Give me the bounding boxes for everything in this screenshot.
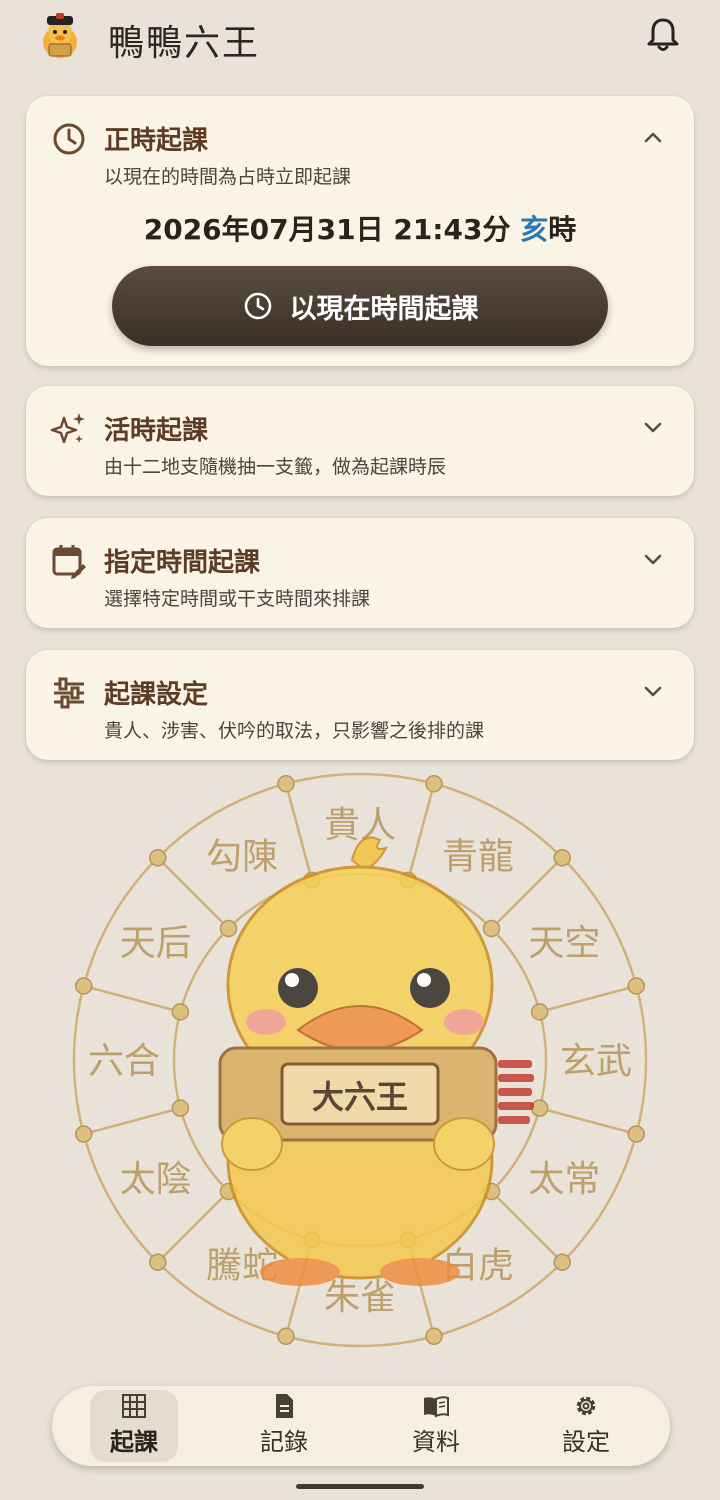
wheel-bead xyxy=(530,1099,549,1117)
sliders-icon xyxy=(54,677,84,709)
sparkle-icon xyxy=(50,413,85,444)
live-card[interactable]: 活時起課 由十二地支隨機抽一支籤，做為起課時辰 xyxy=(26,386,694,496)
general-label: 太陰 xyxy=(120,1159,192,1200)
bell-icon[interactable] xyxy=(642,14,684,56)
nav-item-settings[interactable]: 設定 xyxy=(536,1386,636,1466)
chevron-up-icon[interactable] xyxy=(640,124,666,150)
live-card-title: 活時起課 xyxy=(104,416,209,446)
wheel-bead xyxy=(530,1003,549,1021)
duck-mascot: 大六王 xyxy=(218,836,534,1286)
now-card-subtitle: 以現在的時間為占時立即起課 xyxy=(104,166,352,188)
wheel-bead xyxy=(74,977,93,995)
general-label: 勾陳 xyxy=(206,837,278,878)
nav-label-settings: 設定 xyxy=(562,1428,610,1456)
wheel-spoke xyxy=(539,984,637,1014)
gear-icon xyxy=(576,1396,596,1416)
start-now-label: 以現在時間起課 xyxy=(289,293,479,325)
wheel-bead xyxy=(219,919,238,938)
settings-card-title: 起課設定 xyxy=(104,680,209,710)
wheel-spoke xyxy=(83,1106,181,1136)
general-label: 貴人 xyxy=(324,805,396,846)
wheel-bead xyxy=(482,919,501,938)
general-label: 朱雀 xyxy=(324,1277,396,1318)
specified-card[interactable]: 指定時間起課 選擇特定時間或干支時間來排課 xyxy=(26,518,694,628)
chevron-down-icon[interactable] xyxy=(640,414,666,440)
wheel-bead xyxy=(74,1125,93,1143)
chevron-down-icon[interactable] xyxy=(640,546,666,572)
nav-label-data: 資料 xyxy=(412,1428,460,1456)
specified-card-subtitle: 選擇特定時間或干支時間來排課 xyxy=(104,588,371,610)
home-indicator xyxy=(296,1484,424,1489)
hour-suffix: 時 xyxy=(548,213,577,246)
wheel-bead xyxy=(553,849,571,867)
start-now-button[interactable]: 以現在時間起課 xyxy=(112,266,608,346)
wheel-bead xyxy=(425,774,443,793)
bottom-nav: 起課 記錄 資料 設定 xyxy=(52,1386,670,1466)
wheel-bead xyxy=(149,1253,167,1271)
now-card: 正時起課 以現在的時間為占時立即起課 2026年07月31日 21:43分 亥時… xyxy=(26,96,694,366)
nav-item-data[interactable]: 資料 xyxy=(386,1386,486,1466)
wheel-bead xyxy=(627,977,646,995)
grid-icon xyxy=(122,1394,146,1418)
twelve-generals-wheel: 貴人青龍天空玄武太常白虎朱雀騰蛇太陰六合天后勾陳 大六王 xyxy=(72,772,648,1348)
general-label: 太常 xyxy=(528,1159,600,1200)
calendar-edit-icon xyxy=(52,545,86,579)
wheel-spoke xyxy=(83,984,181,1014)
settings-card-subtitle: 貴人、涉害、伏吟的取法，只影響之後排的課 xyxy=(104,720,485,742)
wheel-bead xyxy=(627,1125,646,1143)
nav-label-divination: 起課 xyxy=(110,1428,158,1456)
now-card-title: 正時起課 xyxy=(104,126,209,156)
specified-card-title: 指定時間起課 xyxy=(104,548,261,578)
wheel-bead xyxy=(277,1327,295,1346)
app-header: 鴨鴨六王 xyxy=(0,0,720,80)
wheel-bead xyxy=(425,1327,443,1346)
general-label: 玄武 xyxy=(560,1041,632,1082)
nav-item-divination[interactable]: 起課 xyxy=(84,1386,184,1466)
settings-card[interactable]: 起課設定 貴人、涉害、伏吟的取法，只影響之後排的課 xyxy=(26,650,694,760)
clock-icon xyxy=(53,123,85,155)
wheel-spoke xyxy=(406,783,436,881)
book-icon xyxy=(424,1396,449,1418)
wheel-bead xyxy=(149,849,167,867)
nav-item-records[interactable]: 記錄 xyxy=(234,1386,334,1466)
datetime-text: 2026年07月31日 21:43分 xyxy=(143,213,511,246)
general-label: 青龍 xyxy=(442,837,514,878)
duck-official-icon xyxy=(43,13,77,58)
hour-branch: 亥 xyxy=(520,213,549,246)
clock-icon xyxy=(244,292,271,320)
wheel-bead xyxy=(171,1003,190,1021)
general-label: 六合 xyxy=(88,1041,160,1082)
general-label: 天空 xyxy=(528,923,600,964)
live-card-subtitle: 由十二地支隨機抽一支籤，做為起課時辰 xyxy=(104,456,447,478)
current-datetime: 2026年07月31日 21:43分 亥時 xyxy=(26,208,694,248)
general-label: 天后 xyxy=(120,923,192,964)
wheel-bead xyxy=(277,774,295,793)
nav-label-records: 記錄 xyxy=(260,1428,308,1456)
wheel-bead xyxy=(171,1099,190,1117)
app-title: 鴨鴨六王 xyxy=(108,23,261,64)
wheel-bead xyxy=(553,1253,571,1271)
wheel-spoke xyxy=(539,1106,637,1136)
wheel-spoke xyxy=(284,783,314,881)
chevron-down-icon[interactable] xyxy=(640,678,666,704)
scroll-label: 大六王 xyxy=(312,1078,408,1116)
document-icon xyxy=(276,1394,293,1418)
